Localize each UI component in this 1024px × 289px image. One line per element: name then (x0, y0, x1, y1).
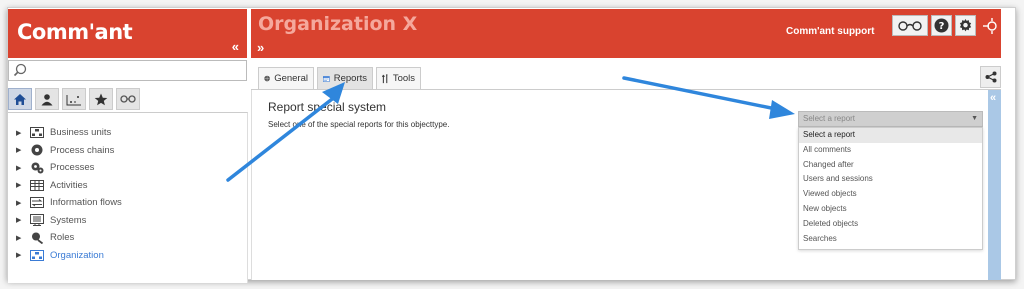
collapse-right-button[interactable]: « (990, 92, 996, 104)
app-logo: Comm'ant (17, 20, 133, 44)
tree-item-information-flows[interactable]: ▶ Information flows (16, 194, 122, 212)
dropdown-option[interactable]: New objects (799, 202, 982, 217)
logout-icon[interactable] (979, 15, 1000, 36)
report-title: Report special system (268, 100, 387, 114)
cube-icon (264, 75, 270, 82)
expand-caret-icon[interactable]: ▶ (16, 251, 26, 259)
glasses-icon[interactable] (892, 15, 928, 36)
tree-item-business-units[interactable]: ▶ Business units (16, 124, 122, 142)
search-input[interactable] (8, 60, 247, 81)
links-icon[interactable] (116, 88, 140, 110)
flow-icon (30, 197, 44, 209)
dropdown-option[interactable]: All comments (799, 143, 982, 158)
tab-tools[interactable]: Tools (376, 67, 421, 89)
report-icon (323, 75, 330, 82)
header-toolbar: ? (892, 15, 1000, 36)
org-chart-icon (30, 127, 44, 139)
page-title: Organization X (258, 13, 418, 35)
dropdown-option[interactable]: Searches (799, 232, 982, 247)
tree-item-systems[interactable]: ▶ Systems (16, 212, 122, 230)
organization-icon (30, 249, 44, 261)
tree-item-label: Processes (50, 162, 95, 174)
report-dropdown-list: Select a report All comments Changed aft… (798, 127, 983, 250)
tree-item-label: Roles (50, 232, 75, 244)
report-description: Select one of the special reports for th… (268, 120, 450, 129)
expand-caret-icon[interactable]: ▶ (16, 164, 26, 172)
tree-item-label: Activities (50, 179, 88, 191)
dropdown-option[interactable]: Deleted objects (799, 217, 982, 232)
tree-item-organization[interactable]: ▶ Organization (16, 247, 122, 265)
numbers-icon[interactable] (62, 88, 86, 110)
help-glyph: ? (939, 21, 945, 32)
navigation-tabs (8, 88, 140, 110)
table-icon (30, 179, 44, 191)
settings-icon[interactable] (955, 15, 976, 36)
dropdown-option[interactable]: Users and sessions (799, 172, 982, 187)
dropdown-option[interactable]: Changed after (799, 158, 982, 173)
share-icon[interactable] (980, 66, 1001, 88)
star-icon[interactable] (89, 88, 113, 110)
help-icon[interactable]: ? (931, 15, 952, 36)
object-tabs: General Reports Tools (251, 67, 1001, 90)
expand-caret-icon[interactable]: ▶ (16, 181, 26, 189)
expand-caret-icon[interactable]: ▶ (16, 216, 26, 224)
tree-item-label: Systems (50, 214, 87, 226)
tab-general[interactable]: General (258, 67, 314, 89)
tab-reports[interactable]: Reports (317, 67, 373, 89)
brand-header: Comm'ant « (8, 9, 247, 58)
object-tree: ▶ Business units ▶ Process chains ▶ Process… (16, 124, 122, 264)
tab-label: Reports (333, 73, 367, 84)
gear-chain-icon (30, 144, 44, 156)
right-sidebar[interactable]: « (988, 90, 1001, 280)
expand-caret-icon[interactable]: ▶ (16, 129, 26, 137)
tab-label: General (274, 73, 308, 84)
expand-caret-icon[interactable]: ▶ (16, 146, 26, 154)
tree-item-label: Information flows (50, 197, 122, 209)
search-icon (13, 63, 27, 77)
main-header: Organization X » Comm'ant support ? (251, 9, 1001, 58)
tree-item-label: Organization (50, 249, 104, 261)
home-icon[interactable] (8, 88, 32, 110)
support-link[interactable]: Comm'ant support (786, 26, 875, 37)
tools-icon (382, 73, 388, 83)
object-tree-panel: ▶ Business units ▶ Process chains ▶ Process… (8, 112, 248, 283)
tab-label: Tools (392, 73, 415, 84)
expand-caret-icon[interactable]: ▶ (16, 199, 26, 207)
collapse-left-button[interactable]: « (232, 39, 239, 54)
server-icon (30, 214, 44, 227)
tree-item-label: Process chains (50, 144, 115, 156)
tree-item-processes[interactable]: ▶ Processes (16, 159, 122, 177)
dropdown-option[interactable]: Viewed objects (799, 187, 982, 202)
role-icon (30, 232, 44, 244)
users-icon[interactable] (35, 88, 59, 110)
expand-caret-icon[interactable]: ▶ (16, 234, 26, 242)
tree-item-label: Business units (50, 127, 112, 139)
dropdown-arrow-icon: ▼ (971, 115, 978, 122)
tree-item-roles[interactable]: ▶ Roles (16, 229, 122, 247)
tree-item-activities[interactable]: ▶ Activities (16, 177, 122, 195)
dropdown-option[interactable]: Select a report (799, 128, 982, 143)
report-select[interactable]: Select a report ▼ (798, 111, 983, 127)
gears-icon (30, 162, 44, 174)
expand-panel-button[interactable]: » (257, 40, 264, 55)
tree-item-process-chains[interactable]: ▶ Process chains (16, 142, 122, 160)
select-value: Select a report (803, 114, 856, 123)
